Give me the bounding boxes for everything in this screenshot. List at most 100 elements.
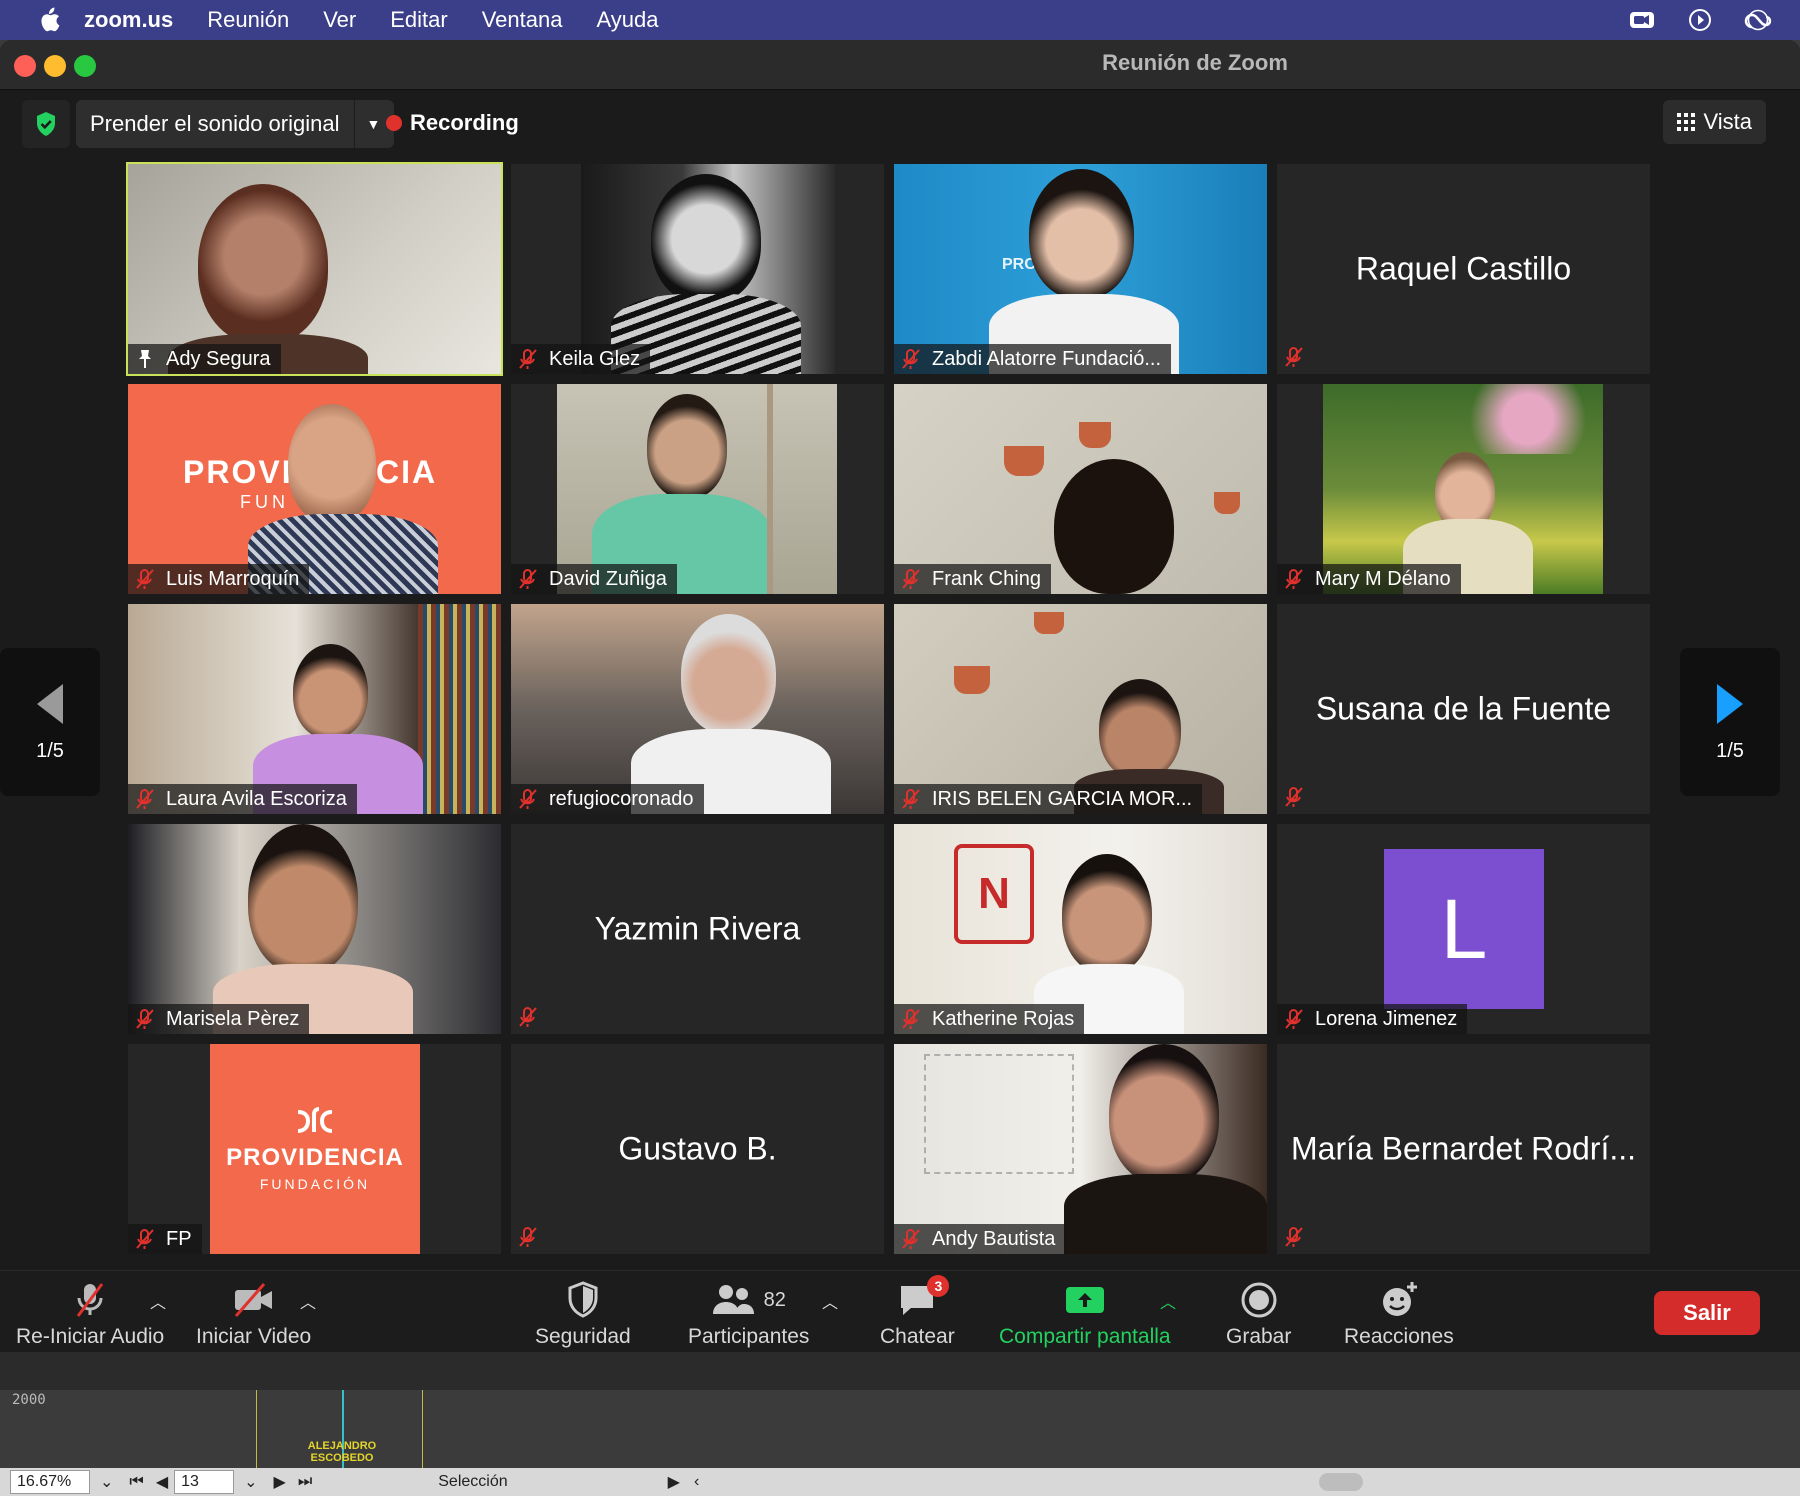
menu-app-zoom[interactable]: zoom.us [84,7,173,33]
microphone-muted-icon [519,349,537,369]
reactions-button[interactable]: Reacciones [1344,1279,1454,1349]
participant-name-label: Laura Avila Escoriza [128,784,357,814]
video-button[interactable]: Iniciar Video [196,1279,311,1349]
recording-label: Recording [410,110,519,135]
encryption-shield-button[interactable] [22,100,70,148]
microphone-muted-icon [136,1009,154,1029]
participant-tile[interactable]: Laura Avila Escoriza [128,604,501,814]
participant-tile[interactable]: María Bernardet Rodrí... [1277,1044,1650,1254]
play-circle-icon[interactable] [1686,6,1714,34]
participant-tile[interactable]: Raquel Castillo [1277,164,1650,374]
microphone-muted-icon [1285,569,1303,589]
participant-tile[interactable]: N Katherine Rojas [894,824,1267,1034]
participant-tile[interactable]: IRIS BELEN GARCIA MOR... [894,604,1267,814]
microphone-muted-icon [136,569,154,589]
page-indicator-left: 1/5 [36,739,64,762]
participants-button[interactable]: 82 Participantes [688,1279,809,1349]
logo-title: PROVIDENCIA [226,1144,404,1171]
menu-reunion[interactable]: Reunión [207,7,289,33]
chevron-down-icon[interactable]: ⌄ [100,1472,113,1492]
participant-tile[interactable]: David Zuñiga [511,384,884,594]
menu-editar[interactable]: Editar [390,7,447,33]
shield-icon [566,1279,600,1321]
menu-ayuda[interactable]: Ayuda [596,7,658,33]
participant-tile[interactable]: Yazmin Rivera [511,824,884,1034]
step-back-icon[interactable]: ◀ [156,1472,168,1492]
avatar: L [1384,849,1544,1009]
participants-label: Participantes [688,1325,810,1348]
chat-button[interactable]: 3 Chatear [880,1275,955,1349]
editor-status-bar: 16.67% ⌄ ⏮ ◀ 13 ⌄ ▶ ⏭ Selección ▶ ‹ [0,1468,1800,1496]
participant-video [894,1044,1267,1254]
leave-meeting-button[interactable]: Salir [1654,1291,1760,1335]
skip-start-icon[interactable]: ⏮ [129,1473,143,1491]
participant-name-label: Luis Marroquín [128,564,310,594]
participant-tile[interactable]: PRC Zabdi Alatorre Fundació... [894,164,1267,374]
record-button[interactable]: Grabar [1226,1279,1291,1349]
participant-name-label: Mary M Délano [1277,564,1461,594]
participant-name-label: Ady Segura [128,344,281,374]
participant-name-label: Frank Ching [894,564,1051,594]
audio-button[interactable]: Re-Iniciar Audio [16,1279,164,1349]
participant-tile[interactable]: Mary M Délano [1277,384,1650,594]
chevron-down-icon[interactable]: ▼ [353,100,380,148]
share-screen-button[interactable]: Compartir pantalla [999,1279,1171,1349]
participant-name-label: Zabdi Alatorre Fundació... [894,344,1172,374]
participant-video [1323,384,1603,594]
participant-name-label: Katherine Rojas [894,1004,1085,1034]
chevron-up-icon[interactable]: ︿ [1160,1289,1176,1313]
participant-video [511,604,884,814]
view-label: Vista [1703,109,1752,134]
microphone-muted-icon [902,1229,920,1249]
participant-name-label: FP [128,1224,202,1254]
participant-name-label: IRIS BELEN GARCIA MOR... [894,784,1203,814]
participant-tile[interactable]: PROVI CIA FUN Luis Marroquín [128,384,501,594]
chevron-up-icon[interactable]: ︿ [822,1289,838,1313]
participant-tile[interactable]: Susana de la Fuente [1277,604,1650,814]
logo-subtitle: FUNDACIÓN [259,1176,371,1192]
participant-tile[interactable]: Keila Glez [511,164,884,374]
share-screen-label: Compartir pantalla [999,1325,1171,1348]
timeline-track[interactable] [0,1390,1800,1468]
chevron-down-icon[interactable]: ⌄ [244,1472,257,1492]
participant-tile[interactable]: Andy Bautista [894,1044,1267,1254]
page-indicator-right: 1/5 [1716,739,1744,762]
zoom-level-field[interactable]: 16.67% [10,1470,90,1494]
apple-icon[interactable] [34,5,64,35]
pin-icon [139,350,151,368]
microphone-muted-icon [1285,787,1303,807]
menu-ver[interactable]: Ver [323,7,356,33]
participant-name-label: Keila Glez [511,344,651,374]
participant-tile[interactable]: Marisela Pèrez [128,824,501,1034]
creative-cloud-icon[interactable] [1744,6,1772,34]
chevron-up-icon[interactable]: ︿ [150,1289,166,1313]
participant-video [128,164,501,374]
microphone-muted-icon [519,569,537,589]
participant-tile[interactable]: Frank Ching [894,384,1267,594]
previous-page-button[interactable]: 1/5 [0,648,100,796]
skip-end-icon[interactable]: ⏭ [298,1473,312,1491]
zoom-status-icon[interactable] [1628,6,1656,34]
participant-tile[interactable]: Gustavo B. [511,1044,884,1254]
participant-tile[interactable]: Ady Segura [126,162,503,376]
menu-ventana[interactable]: Ventana [482,7,563,33]
scroll-thumb[interactable] [1319,1473,1364,1491]
participant-tile[interactable]: L Lorena Jimenez [1277,824,1650,1034]
meeting-controls-toolbar: Re-Iniciar Audio ︿ Iniciar Video ︿ Segur… [0,1270,1800,1352]
original-sound-button[interactable]: Prender el sonido original ▼ [76,100,395,148]
frame-field[interactable]: 13 [174,1470,235,1494]
participant-tile[interactable]: PROVIDENCIA FUNDACIÓN FP [128,1044,501,1254]
step-forward-icon[interactable]: ▶ [274,1472,286,1492]
play-icon[interactable]: ▶ [668,1472,680,1492]
participant-name-label: David Zuñiga [511,564,677,594]
chevron-up-icon[interactable]: ︿ [300,1289,316,1313]
next-page-button[interactable]: 1/5 [1680,648,1780,796]
participant-tile[interactable]: refugiocoronado [511,604,884,814]
participant-video [128,824,501,1034]
recording-indicator[interactable]: Recording [386,110,519,136]
view-button[interactable]: Vista [1663,100,1766,144]
clip-label: ALEJANDRO ESCOBEDO [307,1440,377,1464]
microphone-muted-icon [136,1229,154,1249]
chevron-left-icon[interactable]: ‹ [694,1473,699,1491]
security-button[interactable]: Seguridad [535,1279,631,1349]
